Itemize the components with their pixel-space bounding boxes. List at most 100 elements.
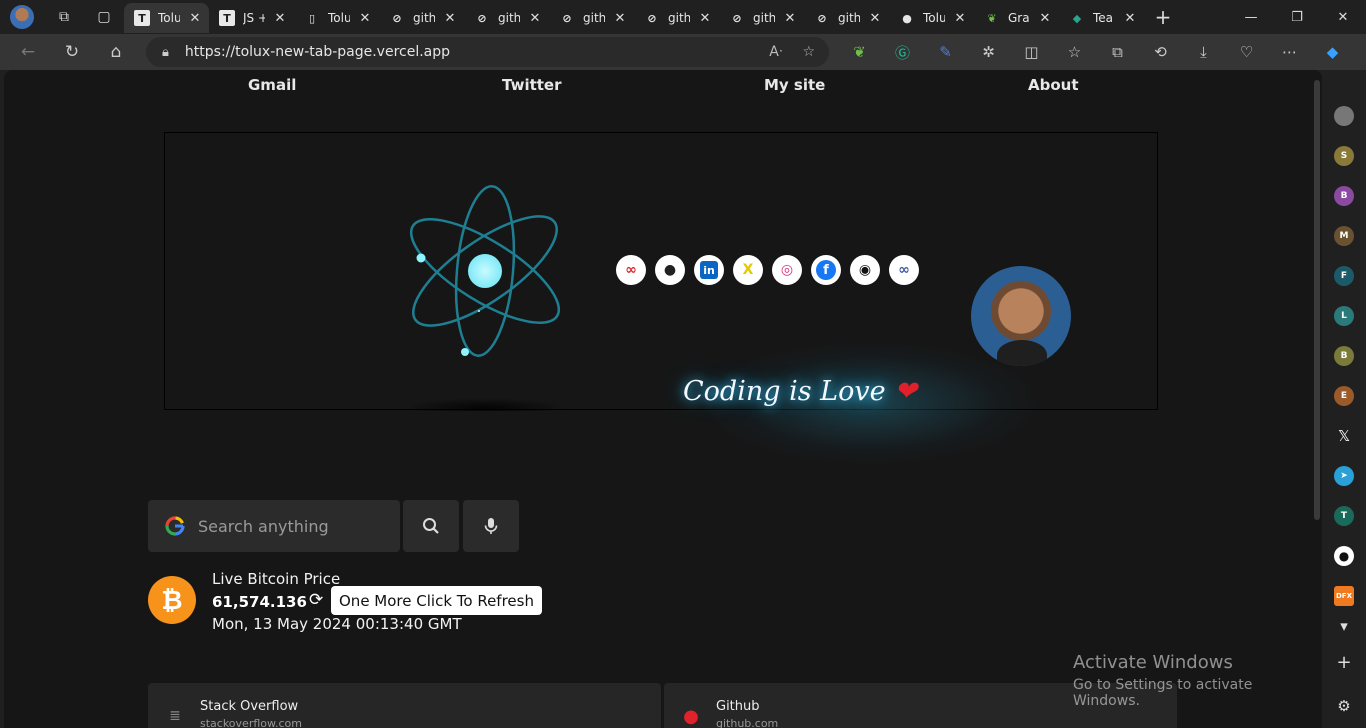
tab-8[interactable]: ⊘ gith ✕ bbox=[719, 3, 804, 33]
new-tab-button[interactable]: + bbox=[1144, 0, 1182, 34]
nav-link-my-site[interactable]: My site bbox=[764, 76, 825, 94]
minimize-icon[interactable]: — bbox=[1228, 0, 1274, 34]
home-icon[interactable]: ⌂ bbox=[94, 34, 138, 70]
facebook-icon[interactable]: f bbox=[811, 255, 841, 285]
pen-extension-icon[interactable]: ✎ bbox=[924, 34, 967, 70]
tab-actions-icon[interactable]: ▢ bbox=[84, 0, 124, 34]
leaf-icon: ❦ bbox=[987, 11, 997, 25]
social-links: ∞ ● in X ◎ f ◉ ∞ bbox=[616, 255, 928, 285]
close-tab-icon[interactable]: ✕ bbox=[783, 11, 797, 26]
nav-link-about[interactable]: About bbox=[1028, 76, 1079, 94]
bookmark-card-stackoverflow[interactable]: ≣ Stack Overflow stackoverflow.com bbox=[148, 683, 661, 728]
favorites-icon[interactable]: ☆ bbox=[1053, 34, 1096, 70]
voice-search-button[interactable] bbox=[463, 500, 519, 552]
close-tab-icon[interactable]: ✕ bbox=[1038, 11, 1052, 26]
tab-4[interactable]: ⊘ gith ✕ bbox=[379, 3, 464, 33]
extension-leaf-icon[interactable]: ❦ bbox=[838, 34, 881, 70]
favorite-star-icon[interactable]: ☆ bbox=[802, 44, 815, 60]
back-icon[interactable]: ← bbox=[6, 34, 50, 70]
edge-sidebar: S B M F L B E 𝕏 ➤ T ● DFX ▾ + ⚙ bbox=[1322, 70, 1366, 728]
more-options-icon[interactable]: ⋯ bbox=[1268, 34, 1311, 70]
github-icon[interactable]: ● bbox=[655, 255, 685, 285]
refresh-price-icon[interactable]: ⟳ bbox=[309, 590, 323, 610]
sidebar-app-f[interactable]: F bbox=[1334, 266, 1354, 286]
search-button[interactable] bbox=[403, 500, 459, 552]
close-tab-icon[interactable]: ✕ bbox=[443, 11, 457, 26]
downloads-icon[interactable]: ⤓ bbox=[1182, 34, 1225, 70]
window-controls: — ❐ ✕ bbox=[1228, 0, 1366, 34]
hero-banner: ∞ ● in X ◎ f ◉ ∞ Coding is Love ❤ bbox=[164, 132, 1158, 463]
address-toolbar: ← ↻ ⌂ 🔒︎ https://tolux-new-tab-page.verc… bbox=[0, 34, 1366, 70]
github-link-icon: ⊘ bbox=[817, 11, 827, 25]
close-tab-icon[interactable]: ✕ bbox=[698, 11, 712, 26]
sidebar-app-s[interactable]: S bbox=[1334, 146, 1354, 166]
grammarly-icon[interactable]: Ⓖ bbox=[881, 34, 924, 70]
tab-10[interactable]: ● Tolu ✕ bbox=[889, 3, 974, 33]
refresh-icon[interactable]: ↻ bbox=[50, 34, 94, 70]
close-tab-icon[interactable]: ✕ bbox=[613, 11, 627, 26]
bitcoin-timestamp: Mon, 13 May 2024 00:13:40 GMT bbox=[212, 615, 462, 633]
extensions-icon[interactable]: ✲ bbox=[967, 34, 1010, 70]
tab-9[interactable]: ⊘ gith ✕ bbox=[804, 3, 889, 33]
restore-icon[interactable]: ❐ bbox=[1274, 0, 1320, 34]
google-icon bbox=[165, 516, 185, 536]
activate-windows-watermark: Activate Windows Go to Settings to activ… bbox=[1073, 652, 1253, 709]
x-icon[interactable]: X bbox=[733, 255, 763, 285]
address-bar[interactable]: 🔒︎ https://tolux-new-tab-page.vercel.app… bbox=[146, 37, 829, 67]
github-icon[interactable]: ● bbox=[1334, 546, 1354, 566]
github-icon: ● bbox=[902, 11, 912, 25]
x-twitter-icon[interactable]: 𝕏 bbox=[1334, 426, 1354, 446]
stackoverflow-icon: ≣ bbox=[169, 708, 181, 724]
chevron-down-icon[interactable]: ▾ bbox=[1334, 616, 1354, 636]
page-scrollbar[interactable] bbox=[1314, 80, 1320, 520]
sidebar-settings-icon[interactable]: ⚙ bbox=[1334, 696, 1354, 716]
tagline: Coding is Love ❤ bbox=[683, 376, 917, 407]
link-icon[interactable]: ∞ bbox=[616, 255, 646, 285]
nav-link-gmail[interactable]: Gmail bbox=[248, 76, 296, 94]
bitcoin-title: Live Bitcoin Price bbox=[212, 570, 341, 588]
workspaces-icon[interactable]: ⧉ bbox=[44, 0, 84, 34]
tab-7[interactable]: ⊘ gith ✕ bbox=[634, 3, 719, 33]
history-icon[interactable]: ⟲ bbox=[1139, 34, 1182, 70]
chain-icon[interactable]: ∞ bbox=[889, 255, 919, 285]
url-text: https://tolux-new-tab-page.vercel.app bbox=[184, 44, 451, 60]
sidebar-app-b2[interactable]: B bbox=[1334, 346, 1354, 366]
browser-essentials-icon[interactable]: ♡ bbox=[1225, 34, 1268, 70]
tab-3[interactable]: ▯ Tolu ✕ bbox=[294, 3, 379, 33]
collections-icon[interactable]: ⧉ bbox=[1096, 34, 1139, 70]
close-tab-icon[interactable]: ✕ bbox=[273, 11, 287, 26]
sidebar-app-blank[interactable] bbox=[1334, 106, 1354, 126]
tab-6[interactable]: ⊘ gith ✕ bbox=[549, 3, 634, 33]
read-aloud-icon[interactable]: Aᐧ bbox=[769, 44, 782, 60]
sidebar-app-t[interactable]: T bbox=[1334, 506, 1354, 526]
t-letter-icon: T bbox=[134, 10, 150, 26]
tab-12[interactable]: ◆ Tea ✕ bbox=[1059, 3, 1144, 33]
instagram-icon[interactable]: ◎ bbox=[772, 255, 802, 285]
close-tab-icon[interactable]: ✕ bbox=[868, 11, 882, 26]
tab-2[interactable]: T JS + ✕ bbox=[209, 3, 294, 33]
close-tab-icon[interactable]: ✕ bbox=[528, 11, 542, 26]
copilot-icon[interactable]: ◆ bbox=[1311, 34, 1354, 70]
telegram-icon[interactable]: ➤ bbox=[1334, 466, 1354, 486]
add-sidebar-app-icon[interactable]: + bbox=[1334, 652, 1354, 673]
sidebar-app-b[interactable]: B bbox=[1334, 186, 1354, 206]
close-tab-icon[interactable]: ✕ bbox=[1123, 11, 1137, 26]
bitcoin-icon: ₿ bbox=[148, 576, 196, 624]
circle-dot-icon[interactable]: ◉ bbox=[850, 255, 880, 285]
sidebar-app-m[interactable]: M bbox=[1334, 226, 1354, 246]
tab-1[interactable]: T Tolu ✕ bbox=[124, 3, 209, 33]
close-tab-icon[interactable]: ✕ bbox=[358, 11, 372, 26]
sidebar-app-e[interactable]: E bbox=[1334, 386, 1354, 406]
tab-5[interactable]: ⊘ gith ✕ bbox=[464, 3, 549, 33]
search-input[interactable] bbox=[198, 516, 388, 536]
profile-button[interactable] bbox=[0, 0, 44, 34]
split-screen-icon[interactable]: ◫ bbox=[1010, 34, 1053, 70]
nav-link-twitter[interactable]: Twitter bbox=[502, 76, 562, 94]
linkedin-icon[interactable]: in bbox=[694, 255, 724, 285]
close-window-icon[interactable]: ✕ bbox=[1320, 0, 1366, 34]
sidebar-app-l[interactable]: L bbox=[1334, 306, 1354, 326]
dfx-app-icon[interactable]: DFX bbox=[1334, 586, 1354, 606]
close-tab-icon[interactable]: ✕ bbox=[188, 11, 202, 26]
tab-11[interactable]: ❦ Gra ✕ bbox=[974, 3, 1059, 33]
close-tab-icon[interactable]: ✕ bbox=[953, 11, 967, 26]
